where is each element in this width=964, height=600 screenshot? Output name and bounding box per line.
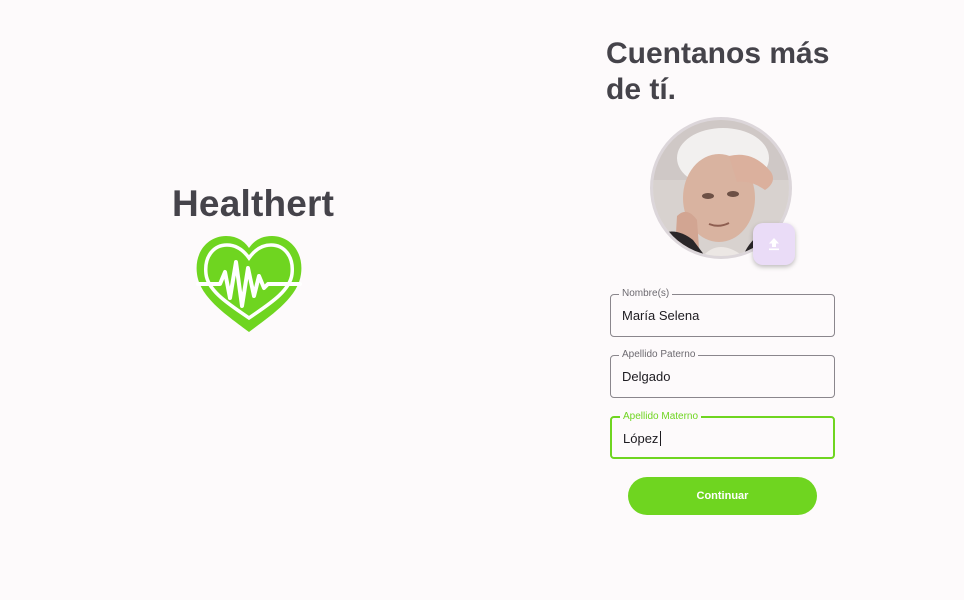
heart-pulse-icon [196, 236, 302, 332]
avatar-section [650, 117, 796, 267]
form-title: Cuentanos más de tí. [606, 37, 830, 106]
maternal-surname-field[interactable]: Apellido Materno López [610, 411, 835, 459]
first-name-field[interactable]: Nombre(s) María Selena [610, 288, 835, 337]
continue-button[interactable]: Continuar [628, 477, 817, 515]
profile-setup-page: Healthert Cuentanos más de tí. Nombre(s)… [0, 0, 964, 600]
maternal-surname-label: Apellido Materno [620, 411, 702, 423]
paternal-surname-field[interactable]: Apellido Paterno Delgado [610, 349, 835, 398]
brand: Healthert [172, 182, 335, 332]
paternal-surname-value[interactable]: Delgado [622, 369, 670, 385]
maternal-surname-input[interactable]: López [623, 431, 662, 447]
text-caret [660, 431, 662, 446]
first-name-value[interactable]: María Selena [622, 308, 699, 324]
app-name: Healthert [172, 183, 335, 224]
maternal-surname-value: López [623, 431, 659, 446]
upload-photo-button[interactable] [753, 223, 795, 265]
first-name-label: Nombre(s) [619, 288, 673, 300]
paternal-surname-label: Apellido Paterno [619, 349, 699, 361]
upload-icon [769, 238, 779, 251]
